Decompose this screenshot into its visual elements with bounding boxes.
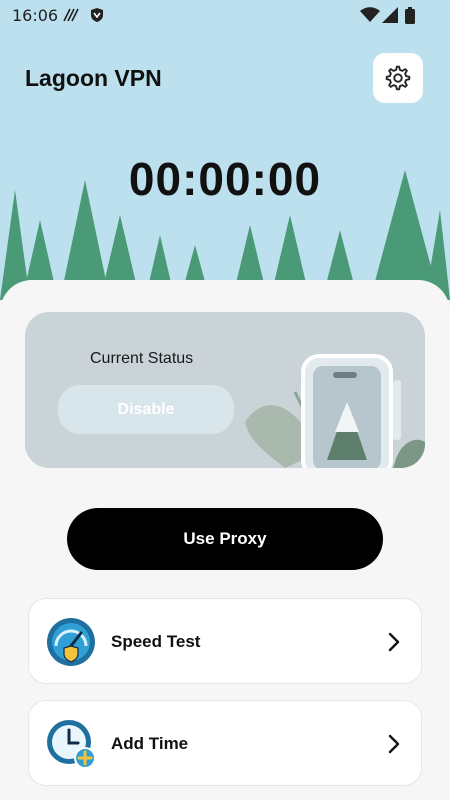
shield-icon xyxy=(91,8,103,22)
chevron-right-icon xyxy=(388,734,400,754)
hero-banner: 16:06 Lagoon VPN 00:00:00 xyxy=(0,0,450,300)
speed-test-item[interactable]: Speed Test xyxy=(28,598,422,684)
status-card: Current Status Disable xyxy=(25,312,425,468)
status-toggle[interactable]: Disable xyxy=(58,385,234,434)
clock-plus-icon xyxy=(47,720,96,769)
status-time: 16:06 xyxy=(12,6,59,25)
add-time-item[interactable]: Add Time xyxy=(28,700,422,786)
speedometer-shield-icon xyxy=(47,618,95,666)
status-label: Current Status xyxy=(90,350,194,367)
speed-test-label: Speed Test xyxy=(111,632,201,651)
app-title: Lagoon VPN xyxy=(25,65,162,91)
signal-icon xyxy=(382,7,398,23)
gear-icon xyxy=(385,65,411,91)
chevron-right-icon xyxy=(388,632,400,652)
settings-button[interactable] xyxy=(373,53,423,103)
connection-timer: 00:00:00 xyxy=(128,153,322,205)
use-proxy-button[interactable]: Use Proxy xyxy=(67,508,383,570)
system-status-bar: 16:06 xyxy=(0,0,450,32)
wifi-icon xyxy=(360,7,380,22)
battery-icon xyxy=(405,7,415,24)
add-time-label: Add Time xyxy=(111,734,189,753)
data-saver-icon xyxy=(63,8,79,22)
phone-tree-illustration xyxy=(245,354,425,468)
